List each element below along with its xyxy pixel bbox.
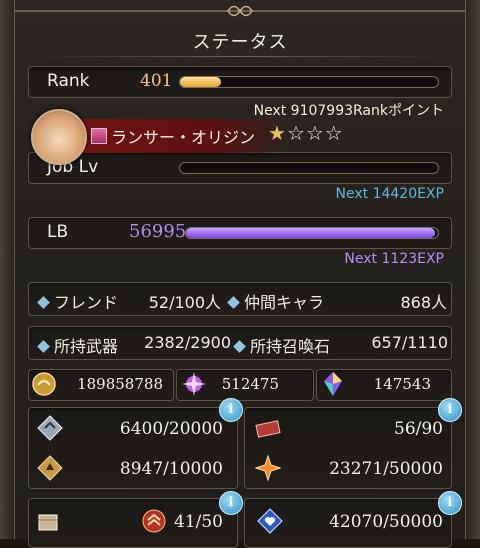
ticket-value: 56/90 xyxy=(394,419,443,439)
box-icon xyxy=(38,514,58,531)
lb-next-exp: Next 1123EXP xyxy=(344,251,444,267)
star-filled-icon: ★ xyxy=(268,121,287,145)
page-title: ステータス xyxy=(192,32,288,53)
job-level-panel: Job Lv xyxy=(28,152,452,184)
gem-panel: 147543 xyxy=(316,369,452,401)
spark-value: 23271/50000 xyxy=(329,459,443,479)
lb-value: 56995 xyxy=(129,221,187,242)
blue-heart-icon xyxy=(257,508,283,534)
ornament-icon xyxy=(227,5,253,17)
weapon-count-label: 所持武器 xyxy=(37,333,118,357)
friend-count-value: 52/100人 xyxy=(148,293,221,312)
crystal-value: 512475 xyxy=(221,375,279,393)
character-portrait-avatar[interactable] xyxy=(31,109,87,165)
lb-progress-fill xyxy=(186,228,436,238)
info-button-materials-left[interactable]: i xyxy=(219,398,243,422)
summon-count-value: 657/1110 xyxy=(371,333,448,352)
inventory-counts-panel: 所持武器 2382/2900 所持召喚石 657/1110 xyxy=(28,326,452,360)
rupie-coin-icon xyxy=(32,372,56,396)
materials-panel-left: 6400/20000 8947/10000 xyxy=(28,407,238,489)
rank-progress-fill xyxy=(180,77,222,87)
rank-panel: Rank 401 xyxy=(28,66,452,98)
star-empty-icon: ☆☆☆ xyxy=(286,121,344,145)
ally-count-value: 868人 xyxy=(400,293,447,312)
items-panel-left: 41/50 xyxy=(28,498,238,548)
silver-shield-icon xyxy=(37,415,63,441)
rank-chevron-icon xyxy=(142,509,166,533)
gold-material-value: 8947/10000 xyxy=(119,459,223,479)
rank-label: Rank xyxy=(47,71,90,91)
silver-material-value: 6400/20000 xyxy=(119,419,223,439)
items-panel-right: 42070/50000 xyxy=(244,498,452,548)
info-button-materials-right[interactable]: i xyxy=(438,398,462,422)
friends-allies-panel: フレンド 52/100人 仲間キャラ 868人 xyxy=(28,282,452,316)
lb-progress-bar xyxy=(185,227,439,239)
rank-progress-bar xyxy=(179,76,439,88)
rupie-panel: 189858788 xyxy=(28,369,174,401)
gem-value: 147543 xyxy=(373,375,431,393)
job-next-exp: Next 14420EXP xyxy=(335,186,444,202)
lb-label: LB xyxy=(47,222,69,242)
job-class-name: ランサー・オリジン xyxy=(111,128,256,147)
rainbow-crystal-icon xyxy=(324,372,342,396)
friend-count-label: フレンド xyxy=(37,289,118,313)
weapon-count-value: 2382/2900 xyxy=(144,333,231,352)
left-frame-rail xyxy=(0,0,15,539)
right-frame-rail xyxy=(465,0,480,539)
info-button-items-left[interactable]: i xyxy=(219,491,243,515)
spark-star-icon xyxy=(255,455,281,481)
lb-panel: LB 56995 xyxy=(28,217,452,249)
job-progress-bar xyxy=(179,162,439,174)
rupie-value: 189858788 xyxy=(77,375,163,393)
rank-value: 401 xyxy=(140,71,173,91)
job-star-rating: ★☆☆☆ xyxy=(268,121,344,145)
crystal-orb-icon xyxy=(182,372,206,396)
ticket-icon xyxy=(255,420,281,438)
summon-count-label: 所持召喚石 xyxy=(233,333,330,357)
gold-shield-icon xyxy=(37,455,63,481)
rank-next-text: Next 9107993Rankポイント xyxy=(253,103,444,119)
lancer-class-icon xyxy=(91,128,107,144)
ally-count-label: 仲間キャラ xyxy=(227,289,324,313)
info-button-items-right[interactable]: i xyxy=(438,491,462,515)
title-divider xyxy=(36,56,444,57)
status-screen: ステータス Rank 401 Next 9107993Rankポイント Job … xyxy=(0,0,480,548)
rank-chevron-value: 41/50 xyxy=(174,512,223,532)
crystal-panel: 512475 xyxy=(176,369,314,401)
materials-panel-right: 56/90 23271/50000 xyxy=(244,407,452,489)
blue-heart-value: 42070/50000 xyxy=(329,512,443,532)
